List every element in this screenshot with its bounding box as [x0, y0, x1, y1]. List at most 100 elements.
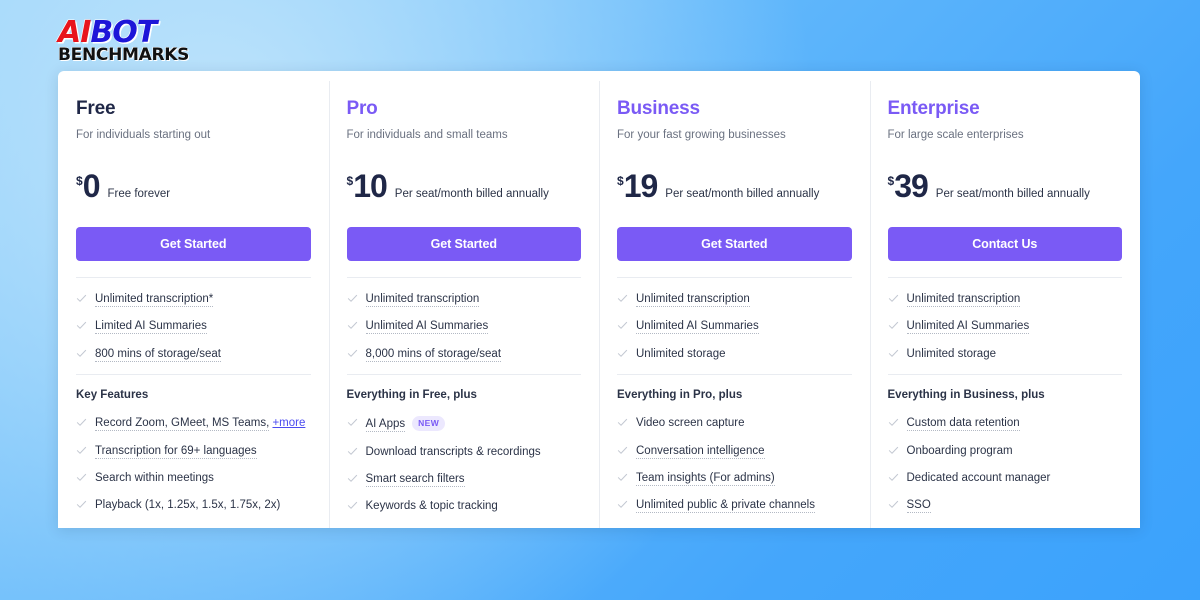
feature-label: Unlimited storage — [906, 347, 996, 360]
feature-label: Onboarding program — [906, 444, 1013, 457]
feature-label: Unlimited transcription — [636, 293, 750, 307]
feature-label: Record Zoom, GMeet, MS Teams, — [95, 417, 270, 432]
check-icon — [76, 472, 87, 483]
feature-text: Unlimited AI Summaries — [906, 319, 1030, 335]
check-icon — [76, 445, 87, 456]
feature-text: Record Zoom, GMeet, MS Teams, +more — [95, 416, 305, 432]
feature-label: Download transcripts & recordings — [365, 445, 541, 458]
feature-item: Video screen capture — [617, 416, 852, 430]
feature-label: Custom data retention — [906, 417, 1020, 432]
plan-cta-button[interactable]: Get Started — [76, 227, 311, 261]
price-note: Per seat/month billed annually — [665, 188, 820, 200]
feature-item: Smart search filters — [347, 472, 582, 487]
feature-label: Unlimited transcription* — [95, 293, 214, 307]
feature-item: Unlimited AI Summaries — [888, 319, 1123, 335]
currency-symbol: $ — [887, 174, 895, 188]
feature-text: Unlimited transcription* — [95, 292, 214, 307]
feature-text: Download transcripts & recordings — [366, 445, 541, 459]
feature-text: Keywords & topic tracking — [366, 499, 498, 513]
feature-label: Transcription for 69+ languages — [95, 444, 257, 459]
feature-label: Smart search filters — [365, 472, 465, 487]
feature-label: Conversation intelligence — [636, 444, 765, 459]
feature-label: 8,000 mins of storage/seat — [365, 347, 502, 362]
check-icon — [617, 445, 628, 456]
feature-item: Dedicated account manager — [888, 471, 1123, 485]
feature-text: Unlimited transcription — [906, 292, 1021, 307]
feature-label: Unlimited public & private channels — [636, 499, 815, 514]
feature-label: Unlimited AI Summaries — [906, 320, 1030, 335]
feature-label: Unlimited AI Summaries — [636, 320, 759, 335]
feature-item: Unlimited AI Summaries — [617, 319, 852, 335]
feature-text: AI Apps NEW — [365, 416, 446, 433]
check-icon — [888, 348, 899, 359]
divider — [617, 277, 852, 278]
plan-card-pro: Pro For individuals and small teams $10 Per… — [328, 71, 600, 528]
feature-label: Search within meetings — [95, 471, 214, 484]
plan-cta-button[interactable]: Contact Us — [887, 227, 1122, 261]
plan-card-free: Free For individuals starting out $0 Free f… — [58, 71, 329, 528]
feature-text: Smart search filters — [365, 472, 465, 487]
currency-symbol: $ — [76, 174, 83, 188]
feature-text: Transcription for 69+ languages — [95, 444, 257, 459]
check-icon — [617, 348, 628, 359]
plan-tagline: For large scale enterprises — [887, 129, 1024, 141]
check-icon — [888, 417, 899, 428]
feature-label: Dedicated account manager — [906, 471, 1051, 484]
feature-item: 800 mins of storage/seat — [76, 347, 311, 362]
feature-text: Limited AI Summaries — [95, 319, 207, 335]
feature-item: Unlimited transcription — [347, 292, 582, 307]
check-icon — [76, 293, 87, 304]
currency-symbol: $ — [346, 174, 354, 188]
check-icon — [347, 320, 358, 331]
check-icon — [76, 417, 87, 428]
new-badge: NEW — [412, 416, 446, 431]
pricing-panel: Free For individuals starting out $0 Free f… — [58, 71, 1140, 528]
price-note: Per seat/month billed annually — [394, 188, 549, 200]
feature-item: Search within meetings — [76, 471, 311, 485]
check-icon — [76, 499, 87, 510]
feature-text: Conversation intelligence — [636, 444, 765, 459]
plan-name: Pro — [346, 98, 378, 119]
feature-text: Onboarding program — [907, 444, 1013, 458]
price-amount: 39 — [894, 168, 929, 204]
feature-item: Conversation intelligence — [617, 444, 852, 459]
check-icon — [76, 348, 87, 359]
plan-cta-button[interactable]: Get Started — [346, 227, 581, 261]
more-link[interactable]: +more — [272, 417, 305, 429]
divider — [887, 277, 1122, 278]
check-icon — [347, 500, 358, 511]
feature-item: SSO — [888, 498, 1123, 514]
features-section-title: Everything in Free, plus — [346, 389, 477, 402]
feature-item: Team insights (For admins) — [617, 471, 852, 486]
plan-tagline: For individuals and small teams — [346, 129, 508, 141]
feature-text: Dedicated account manager — [907, 471, 1051, 485]
divider — [617, 374, 852, 376]
feature-text: Unlimited storage — [907, 347, 996, 361]
feature-text: Video screen capture — [636, 416, 744, 430]
feature-label: Playback (1x, 1.25x, 1.5x, 1.75x, 2x) — [95, 499, 281, 512]
feature-item: Unlimited storage — [888, 347, 1123, 361]
price-amount: 0 — [82, 168, 101, 204]
feature-item: Transcription for 69+ languages — [76, 444, 311, 459]
feature-text: Unlimited transcription — [636, 292, 750, 307]
feature-label: Unlimited transcription — [906, 293, 1021, 307]
check-icon — [617, 320, 628, 331]
feature-text: 8,000 mins of storage/seat — [365, 347, 502, 362]
feature-text: Team insights (For admins) — [636, 471, 775, 486]
price-row: $19 Per seat/month billed annually — [617, 170, 852, 202]
features-section-title: Everything in Business, plus — [887, 389, 1045, 402]
feature-item: Limited AI Summaries — [76, 319, 311, 335]
plan-name: Free — [76, 98, 116, 119]
feature-item: Unlimited storage — [617, 347, 852, 361]
feature-label: AI Apps — [365, 418, 406, 433]
plan-name: Enterprise — [887, 98, 980, 119]
check-icon — [347, 473, 358, 484]
feature-item: 8,000 mins of storage/seat — [347, 347, 582, 362]
site-logo[interactable]: AIBOT BENCHMARKS — [58, 18, 189, 64]
check-icon — [347, 446, 358, 457]
check-icon — [347, 293, 358, 304]
plan-cta-button[interactable]: Get Started — [617, 227, 852, 261]
feature-text: Search within meetings — [95, 471, 214, 485]
price-amount: 19 — [623, 168, 659, 204]
price-note: Per seat/month billed annually — [935, 188, 1090, 200]
